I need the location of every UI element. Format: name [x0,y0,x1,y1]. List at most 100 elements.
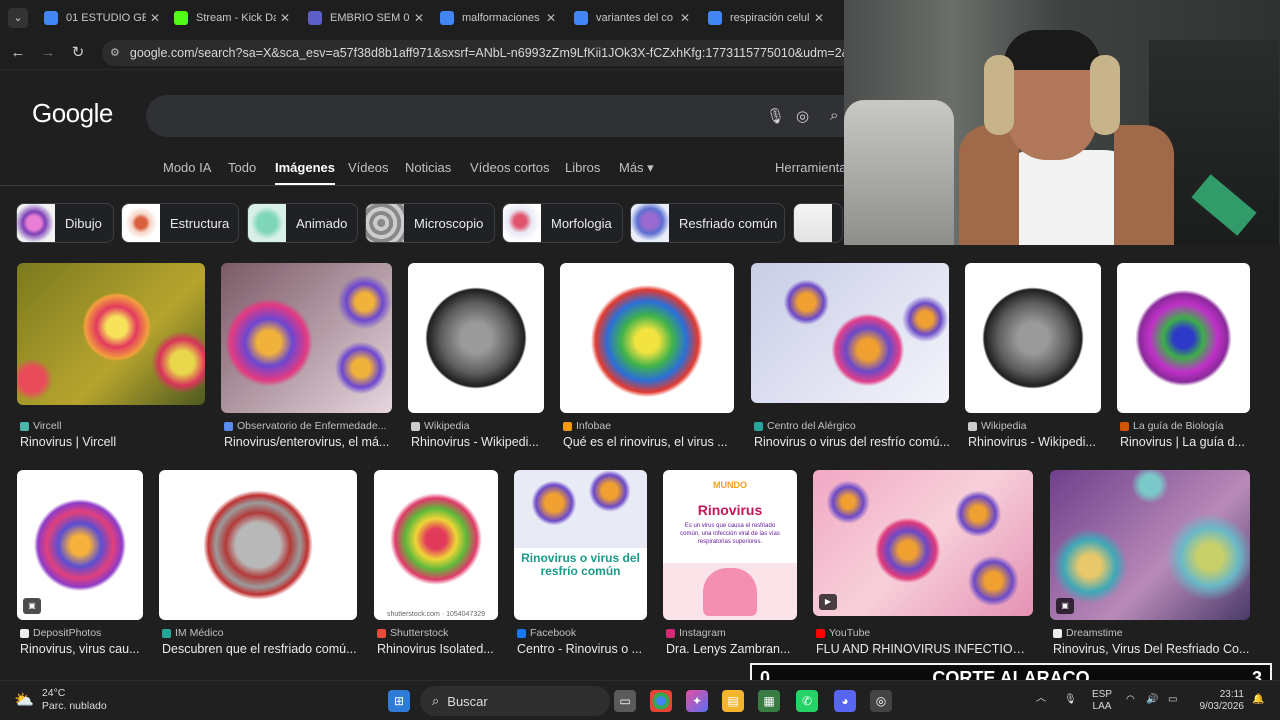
wifi-icon[interactable]: ◠ [1126,694,1135,706]
result-title[interactable]: Rhinovirus - Wikipedi... [411,435,546,449]
obs-icon[interactable]: ◎ [870,690,892,712]
windows-start-icon[interactable]: ⊞ [388,690,410,712]
result-image[interactable] [751,263,949,403]
copilot-icon[interactable]: ✦ [686,690,708,712]
result-image[interactable] [408,263,544,413]
tab-all[interactable]: Todo [228,160,256,186]
video-call-icon [308,11,322,25]
tab-videos[interactable]: Vídeos [348,160,388,186]
site-info-icon[interactable]: ⚙ [110,46,120,60]
result-image[interactable]: ▶ [813,470,1033,616]
mic-icon[interactable]: 🎙 [1064,694,1077,706]
result-source: Infobae [563,420,611,432]
search-icon[interactable]: ⌕ [830,107,838,124]
tab-news[interactable]: Noticias [405,160,451,186]
weather-widget[interactable]: ⛅ 24°C Parc. nublado [14,687,107,713]
result-image[interactable] [17,263,205,405]
result-image[interactable]: ▣ [17,470,143,620]
browser-tab[interactable]: 01 ESTUDIO GEN ✕ [36,4,168,32]
chip-microscopio[interactable]: Microscopio [365,203,495,243]
weather-desc: Parc. nublado [41,700,107,712]
result-title[interactable]: Descubren que el resfriado comú... [162,642,358,656]
close-tab-icon[interactable]: ✕ [414,11,424,25]
browser-tab[interactable]: malformaciones ✕ [432,4,564,32]
result-image[interactable]: ▣ [1050,470,1250,620]
reload-icon[interactable]: ↻ [67,42,89,64]
tray-chevron-icon[interactable]: ︿ [1036,693,1046,705]
source-favicon [224,421,233,431]
tab-search-chevron-icon[interactable]: ⌄ [8,8,28,28]
tab-short-videos[interactable]: Vídeos cortos [470,160,550,186]
result-title[interactable]: Qué es el rinovirus, el virus ... [563,435,735,449]
result-title[interactable]: Rinovirus, Virus Del Resfriado Co... [1053,642,1251,656]
close-tab-icon[interactable]: ✕ [814,11,824,25]
result-image[interactable] [221,263,392,413]
source-favicon [563,421,572,431]
back-arrow-icon[interactable]: ← [7,42,29,64]
close-tab-icon[interactable]: ✕ [546,11,556,25]
language-indicator[interactable]: ESP LAA [1092,689,1112,713]
result-title[interactable]: Rinovirus o virus del resfrío comú... [754,435,950,449]
address-bar[interactable]: ⚙ google.com/search?sa=X&sca_esv=a57f38d… [102,40,862,66]
browser-tab[interactable]: Stream - Kick Da ✕ [166,4,298,32]
tab-ai-mode[interactable]: Modo IA [163,160,211,186]
result-image[interactable]: shutterstock.com · 1054047329 [374,470,498,620]
chip-dibujo[interactable]: Dibujo [16,203,114,243]
notification-bell-icon[interactable]: 🔔 [1252,694,1264,706]
whatsapp-icon[interactable]: ✆ [796,690,818,712]
result-title[interactable]: Centro - Rinovirus o ... [517,642,648,656]
result-title[interactable]: Rinovirus/enterovirus, el má... [224,435,394,449]
result-source: Observatorio de Enfermedade... [224,420,392,432]
play-icon: ▶ [819,594,837,610]
task-view-icon[interactable]: ▭ [614,690,636,712]
chip-estructura[interactable]: Estructura [121,203,239,243]
result-image[interactable]: MUNDO Rinovirus Es un virus que causa el… [663,470,797,620]
chip-more[interactable] [793,203,843,243]
microphone-icon[interactable]: 🎙 [766,107,785,125]
result-image[interactable] [560,263,734,413]
browser-tab[interactable]: respiración celul ✕ [700,4,832,32]
result-title[interactable]: Rhinovirus Isolated... [377,642,499,656]
search-input[interactable]: 🎙 ◎ ⌕ [146,95,866,137]
result-image[interactable] [159,470,357,620]
close-tab-icon[interactable]: ✕ [150,11,160,25]
chip-resfriado-comun[interactable]: Resfriado común [630,203,785,243]
browser-tab[interactable]: EMBRIO SEM 01 ✕ [300,4,432,32]
headphone-icon [1090,55,1120,135]
result-title[interactable]: Dra. Lenys Zambran... [666,642,798,656]
result-image[interactable]: Rinovirus o virus del resfrío común [514,470,647,620]
chip-thumbnail [17,204,55,242]
result-title[interactable]: Rhinovirus - Wikipedi... [968,435,1103,449]
chip-morfologia[interactable]: Morfologia [502,203,623,243]
result-title[interactable]: FLU AND RHINOVIRUS INFECTION ... [816,642,1034,656]
close-tab-icon[interactable]: ✕ [680,11,690,25]
result-image[interactable] [965,263,1101,413]
result-title[interactable]: Rinovirus | Vircell [20,435,205,449]
result-title[interactable]: Rinovirus | La guía d... [1120,435,1252,449]
image-heading: Rinovirus [697,502,763,518]
file-explorer-icon[interactable]: ▤ [722,690,744,712]
source-favicon [754,421,763,431]
tab-books[interactable]: Libros [565,160,600,186]
volume-icon[interactable]: 🔊 [1146,694,1158,706]
lens-icon[interactable]: ◎ [796,107,809,125]
close-tab-icon[interactable]: ✕ [280,11,290,25]
chrome-icon[interactable] [650,690,672,712]
result-image[interactable] [1117,263,1250,413]
discord-icon[interactable]: ◕ [834,690,856,712]
forward-arrow-icon[interactable]: → [37,42,59,64]
result-title[interactable]: Rinovirus, virus cau... [20,642,144,656]
tab-more[interactable]: Más ▾ [619,160,654,186]
taskbar-search[interactable]: ⌕ Buscar [420,686,610,716]
chip-label: Dibujo [65,215,102,231]
browser-tab[interactable]: variantes del co ✕ [566,4,698,32]
clock[interactable]: 23:11 9/03/2026 [1192,689,1245,713]
google-logo[interactable]: Google [32,98,113,129]
tab-images[interactable]: Imágenes [275,160,335,186]
source-favicon [1053,628,1062,638]
store-icon[interactable]: ▦ [758,690,780,712]
chip-animado[interactable]: Animado [247,203,358,243]
webcam-clothing [844,100,954,245]
battery-icon[interactable]: ▭ [1168,694,1177,706]
tools-button[interactable]: Herramientas [775,160,853,186]
